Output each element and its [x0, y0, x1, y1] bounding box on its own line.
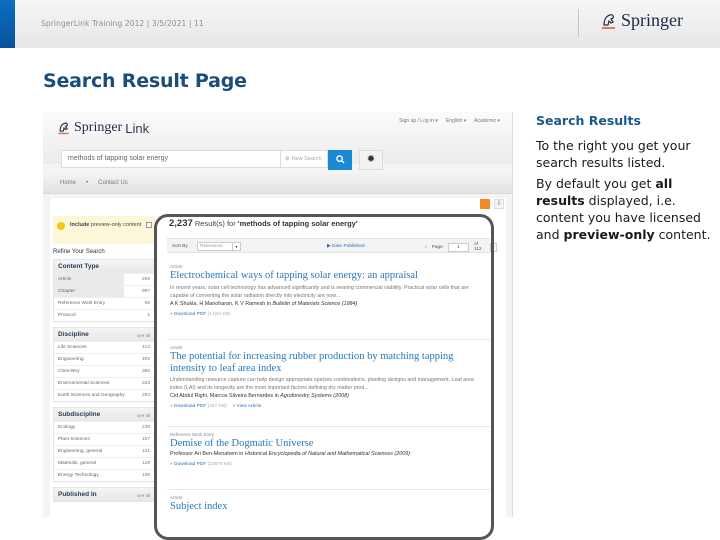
lock-icon [57, 222, 65, 230]
search-icon [335, 155, 345, 164]
facet-item-label: Chapter [58, 289, 76, 294]
facet-item[interactable]: Plant Sciences 157 [54, 433, 154, 445]
facet-item-label: Protocol [58, 313, 76, 318]
facet-list: Content Type Article 258 Chapter 997 Referenc… [53, 259, 155, 502]
facet-item-count: 293 [141, 393, 150, 398]
facet-item-count: 258 [141, 277, 150, 282]
springerlink-logo[interactable]: Springer Link [57, 120, 149, 136]
facet-item-count: 997 [141, 289, 150, 294]
facet-item-count: 236 [141, 425, 150, 430]
slide-title: Search Result Page [43, 70, 247, 92]
facet-heading: Content Type [54, 260, 154, 273]
refine-sidebar: Include preview-only content Refine Your… [53, 216, 155, 507]
see-all-link[interactable]: see all [137, 331, 150, 338]
nav-bar: Home • Contact Us [43, 174, 512, 194]
facet-item-count: 385 [141, 369, 150, 374]
facet-item[interactable]: Engineering 405 [54, 353, 154, 365]
facet-item[interactable]: Life Sciences 414 [54, 341, 154, 353]
language-select[interactable]: English ▾ [446, 118, 466, 124]
see-all-link[interactable]: see all [137, 491, 150, 498]
facet-item-count: 332 [141, 381, 150, 386]
facet-group: Content Type Article 258 Chapter 997 Referenc… [53, 259, 155, 322]
top-links: Sign up / Log in ▾ English ▾ Academic ▾ [399, 118, 500, 124]
springer-wordmark: Springer [621, 10, 683, 30]
header-divider [578, 9, 579, 37]
facet-item[interactable]: Ecology 236 [54, 421, 154, 433]
clear-icon: ⊗ [285, 156, 290, 162]
facet-item-label: Energy Technology [58, 473, 99, 478]
facet-title: Content Type [58, 263, 100, 270]
facet-item-label: Plant Sciences [58, 437, 90, 442]
facet-item[interactable]: Chemistry 385 [54, 365, 154, 377]
facet-item-label: Reference Work Entry [58, 301, 106, 306]
facet-heading: Discipline see all [54, 328, 154, 341]
facet-item-label: Ecology [58, 425, 76, 430]
rss-icon[interactable] [480, 199, 490, 209]
facet-item-label: Chemistry [58, 369, 80, 374]
springer-logo: Springer [600, 10, 683, 31]
facet-heading: Published In see all [54, 488, 154, 501]
facet-item-count: 56 [144, 301, 150, 306]
explanation-para-2: By default you get all results displayed… [536, 176, 711, 242]
facet-item-label: Materials, general [58, 461, 97, 466]
springer-horse-icon [602, 13, 615, 29]
explanation-para-1: To the right you get your search results… [536, 138, 691, 170]
springer-horse-icon [58, 122, 69, 135]
explanation-panel: Search Results To the right you get your… [536, 112, 720, 247]
facet-item-count: 414 [141, 345, 150, 350]
preview-only-label: Include preview-only content [70, 222, 142, 228]
facet-item[interactable]: Engineering, general 121 [54, 445, 154, 457]
facet-group: Subdiscipline see all Ecology 236 Plant Scie… [53, 407, 155, 482]
preview-only-toggle[interactable]: Include preview-only content [53, 216, 155, 244]
facet-heading: Subdiscipline see all [54, 408, 154, 421]
logo-link-text: Link [125, 120, 150, 136]
explanation-heading: Search Results [536, 113, 641, 128]
facet-item-label: Life Sciences [58, 345, 87, 350]
facet-item-count: 119 [142, 461, 150, 466]
download-results-icon[interactable]: ⇩ [494, 199, 504, 209]
slide-accent-bar [0, 0, 15, 48]
new-search-button[interactable]: ⊗ New Search [280, 150, 328, 168]
search-input[interactable]: methods of tapping solar energy [61, 150, 306, 168]
slide-footer-text: SpringerLink Training 2012 | 3/5/2021 | … [41, 19, 204, 28]
facet-item[interactable]: Protocol 1 [54, 309, 154, 321]
refine-heading: Refine Your Search [53, 249, 105, 255]
academic-select[interactable]: Academic ▾ [474, 118, 500, 124]
facet-item-label: Engineering, general [58, 449, 103, 454]
facet-item-label: Article [58, 277, 72, 282]
logo-springer-text: Springer [74, 120, 123, 135]
facet-item-label: Earth Sciences and Geography [58, 393, 125, 398]
nav-separator: • [86, 180, 89, 186]
new-search-label: New Search [291, 156, 322, 162]
gear-icon: ✹ [366, 154, 376, 165]
facet-title: Discipline [58, 331, 89, 338]
search-button[interactable] [328, 150, 352, 170]
facet-item[interactable]: Energy Technology 106 [54, 469, 154, 481]
facet-item[interactable]: Environmental Sciences 332 [54, 377, 154, 389]
facet-item[interactable]: Materials, general 119 [54, 457, 154, 469]
facet-item-count: 106 [141, 473, 150, 478]
facet-item-label: Engineering [58, 357, 84, 362]
highlight-frame [154, 214, 494, 540]
see-all-link[interactable]: see all [137, 411, 150, 418]
facet-item-count: 121 [141, 449, 150, 454]
settings-button[interactable]: ✹ [359, 150, 383, 170]
facet-title: Subdiscipline [58, 411, 101, 418]
facet-item-count: 405 [141, 357, 150, 362]
facet-item-label: Environmental Sciences [58, 381, 110, 386]
facet-item[interactable]: Article 258 [54, 273, 154, 285]
facet-group: Published In see all [53, 487, 155, 502]
facet-item-count: 1 [147, 313, 150, 318]
facet-title: Published In [58, 491, 97, 498]
facet-item[interactable]: Reference Work Entry 56 [54, 297, 154, 309]
facet-item[interactable]: Chapter 997 [54, 285, 154, 297]
nav-contact-us[interactable]: Contact Us [98, 180, 128, 187]
facet-group: Discipline see all Life Sciences 414 Enginee… [53, 327, 155, 402]
login-link[interactable]: Sign up / Log in ▾ [399, 118, 438, 124]
facet-item-count: 157 [141, 437, 150, 442]
preview-only-checkbox[interactable] [146, 222, 152, 228]
nav-home[interactable]: Home [60, 180, 76, 187]
slide-header: SpringerLink Training 2012 | 3/5/2021 | … [0, 0, 720, 48]
facet-item[interactable]: Earth Sciences and Geography 293 [54, 389, 154, 401]
